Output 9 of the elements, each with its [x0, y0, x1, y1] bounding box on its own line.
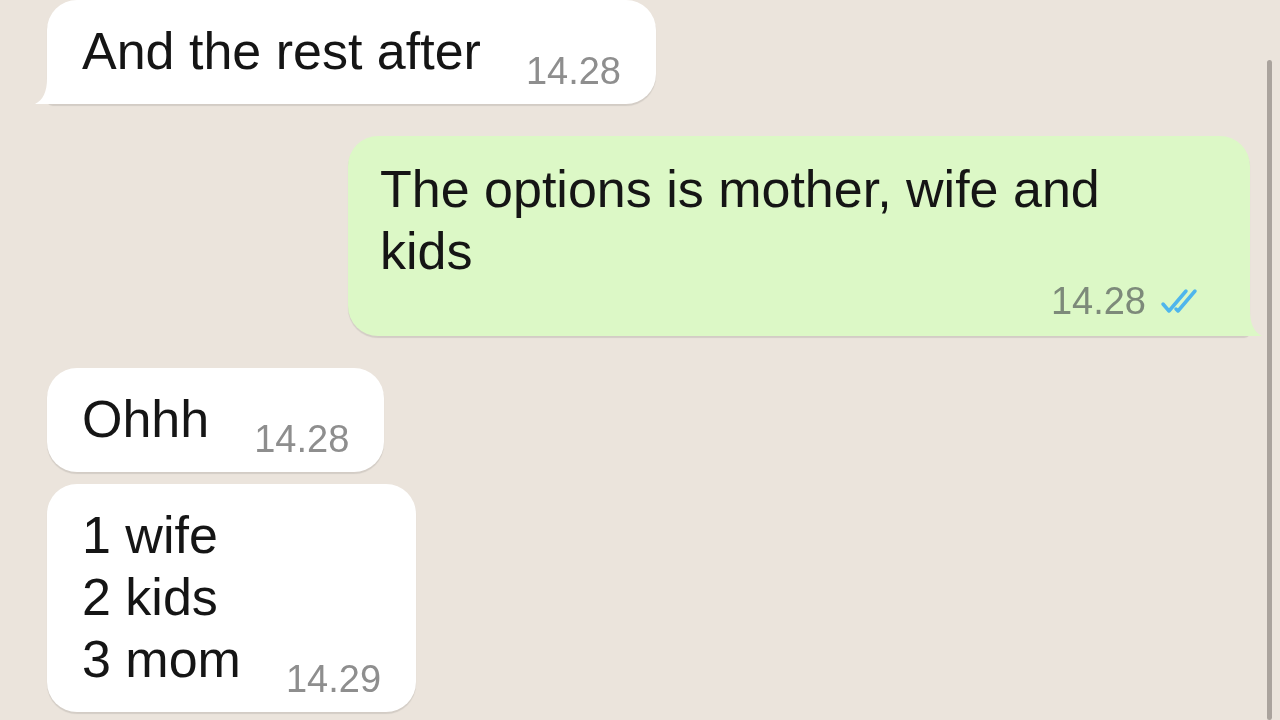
message-time: 14.28: [525, 52, 621, 90]
message-text: The options is mother, wife and kids: [380, 159, 1101, 282]
message-time: 14.29: [285, 660, 381, 698]
message-text: Ohhh: [82, 389, 210, 450]
message-time: 14.28: [1050, 282, 1146, 320]
message-text: 1 wife 2 kids 3 mom: [82, 505, 241, 690]
message-text: And the rest after: [82, 21, 481, 82]
message-time: 14.28: [254, 420, 350, 458]
scrollbar[interactable]: [1267, 60, 1272, 720]
